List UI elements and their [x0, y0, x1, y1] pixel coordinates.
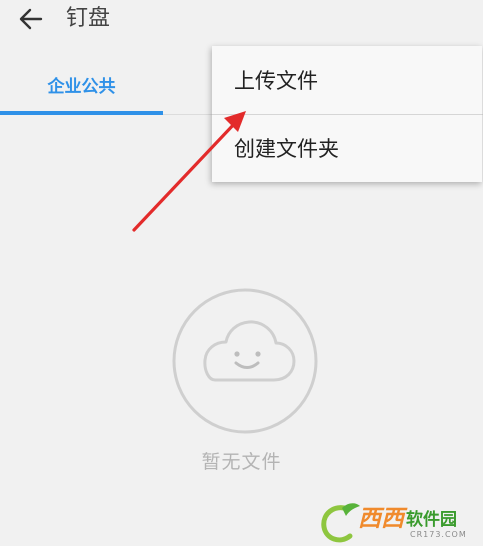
menu-item-label: 创建文件夹: [234, 137, 339, 161]
popup-menu: 上传文件 创建文件夹: [212, 46, 482, 182]
menu-item-create-folder[interactable]: 创建文件夹: [212, 114, 482, 182]
empty-state-text: 暂无文件: [201, 451, 282, 473]
cloud-smile-icon: [172, 288, 318, 434]
menu-item-upload-file[interactable]: 上传文件: [212, 46, 482, 114]
watermark-brand: 西西: [358, 506, 404, 532]
menu-item-label: 上传文件: [234, 69, 318, 93]
page-title: 钉盘: [66, 6, 111, 31]
leaf-swirl-icon: [321, 503, 360, 543]
tab-label: 企业公共: [47, 77, 116, 97]
watermark-domain: CR173.COM: [410, 530, 467, 539]
watermark-logo: 西西 软件园 CR173.COM: [318, 500, 483, 546]
back-arrow-icon: [19, 8, 43, 30]
back-button[interactable]: [14, 4, 48, 34]
tab-enterprise-public[interactable]: 企业公共: [0, 56, 163, 113]
watermark-name: 软件园: [406, 510, 457, 530]
empty-state-icon-wrap: [170, 286, 320, 436]
app-bar: 钉盘: [0, 0, 483, 40]
active-tab-indicator: [0, 111, 163, 115]
